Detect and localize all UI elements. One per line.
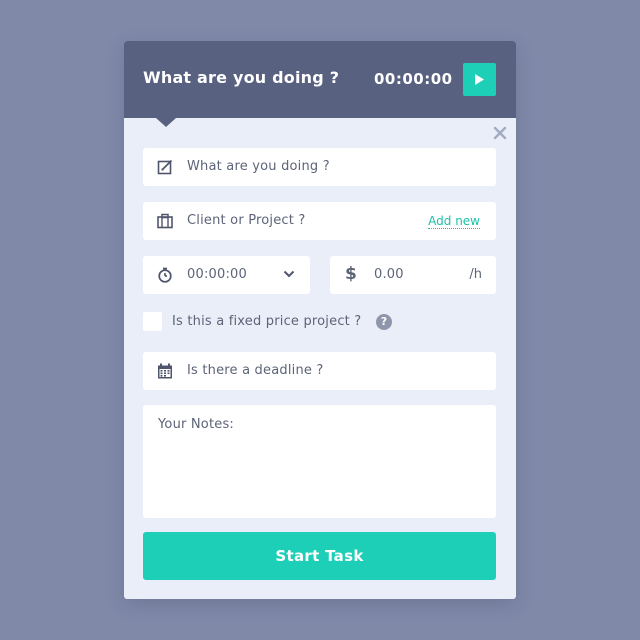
client-project-input[interactable]: Client or Project ? Add new bbox=[143, 202, 496, 240]
add-new-link[interactable]: Add new bbox=[428, 214, 480, 229]
task-input[interactable]: What are you doing ? bbox=[143, 148, 496, 186]
edit-icon bbox=[157, 159, 173, 175]
new-task-panel: What are you doing ? 00:00:00 What are y… bbox=[124, 41, 516, 599]
notes-label: Your Notes: bbox=[158, 417, 235, 432]
dollar-icon: $ bbox=[345, 264, 357, 284]
briefcase-icon bbox=[157, 213, 173, 229]
close-icon bbox=[493, 126, 507, 140]
header-pointer bbox=[156, 118, 176, 127]
header-title: What are you doing ? bbox=[143, 68, 340, 87]
time-value: 00:00:00 bbox=[187, 267, 247, 282]
rate-input[interactable]: $ 0.00 /h bbox=[330, 256, 496, 294]
play-icon bbox=[475, 74, 484, 85]
rate-suffix: /h bbox=[469, 267, 482, 282]
play-button[interactable] bbox=[463, 63, 496, 96]
client-placeholder: Client or Project ? bbox=[187, 213, 306, 228]
header-timer: 00:00:00 bbox=[374, 70, 453, 88]
help-icon[interactable]: ? bbox=[376, 314, 392, 330]
stopwatch-icon bbox=[158, 267, 172, 283]
chevron-down-icon bbox=[283, 270, 295, 278]
deadline-placeholder: Is there a deadline ? bbox=[187, 363, 324, 378]
time-select[interactable]: 00:00:00 bbox=[143, 256, 310, 294]
fixed-price-checkbox[interactable] bbox=[143, 312, 162, 331]
fixed-price-label: Is this a fixed price project ? bbox=[172, 314, 362, 329]
task-placeholder: What are you doing ? bbox=[187, 159, 330, 174]
deadline-input[interactable]: Is there a deadline ? bbox=[143, 352, 496, 390]
notes-textarea[interactable]: Your Notes: bbox=[143, 405, 496, 518]
panel-header: What are you doing ? 00:00:00 bbox=[124, 41, 516, 118]
close-button[interactable] bbox=[493, 125, 509, 141]
rate-value: 0.00 bbox=[374, 267, 404, 282]
start-task-button[interactable]: Start Task bbox=[143, 532, 496, 580]
calendar-icon bbox=[158, 363, 172, 379]
